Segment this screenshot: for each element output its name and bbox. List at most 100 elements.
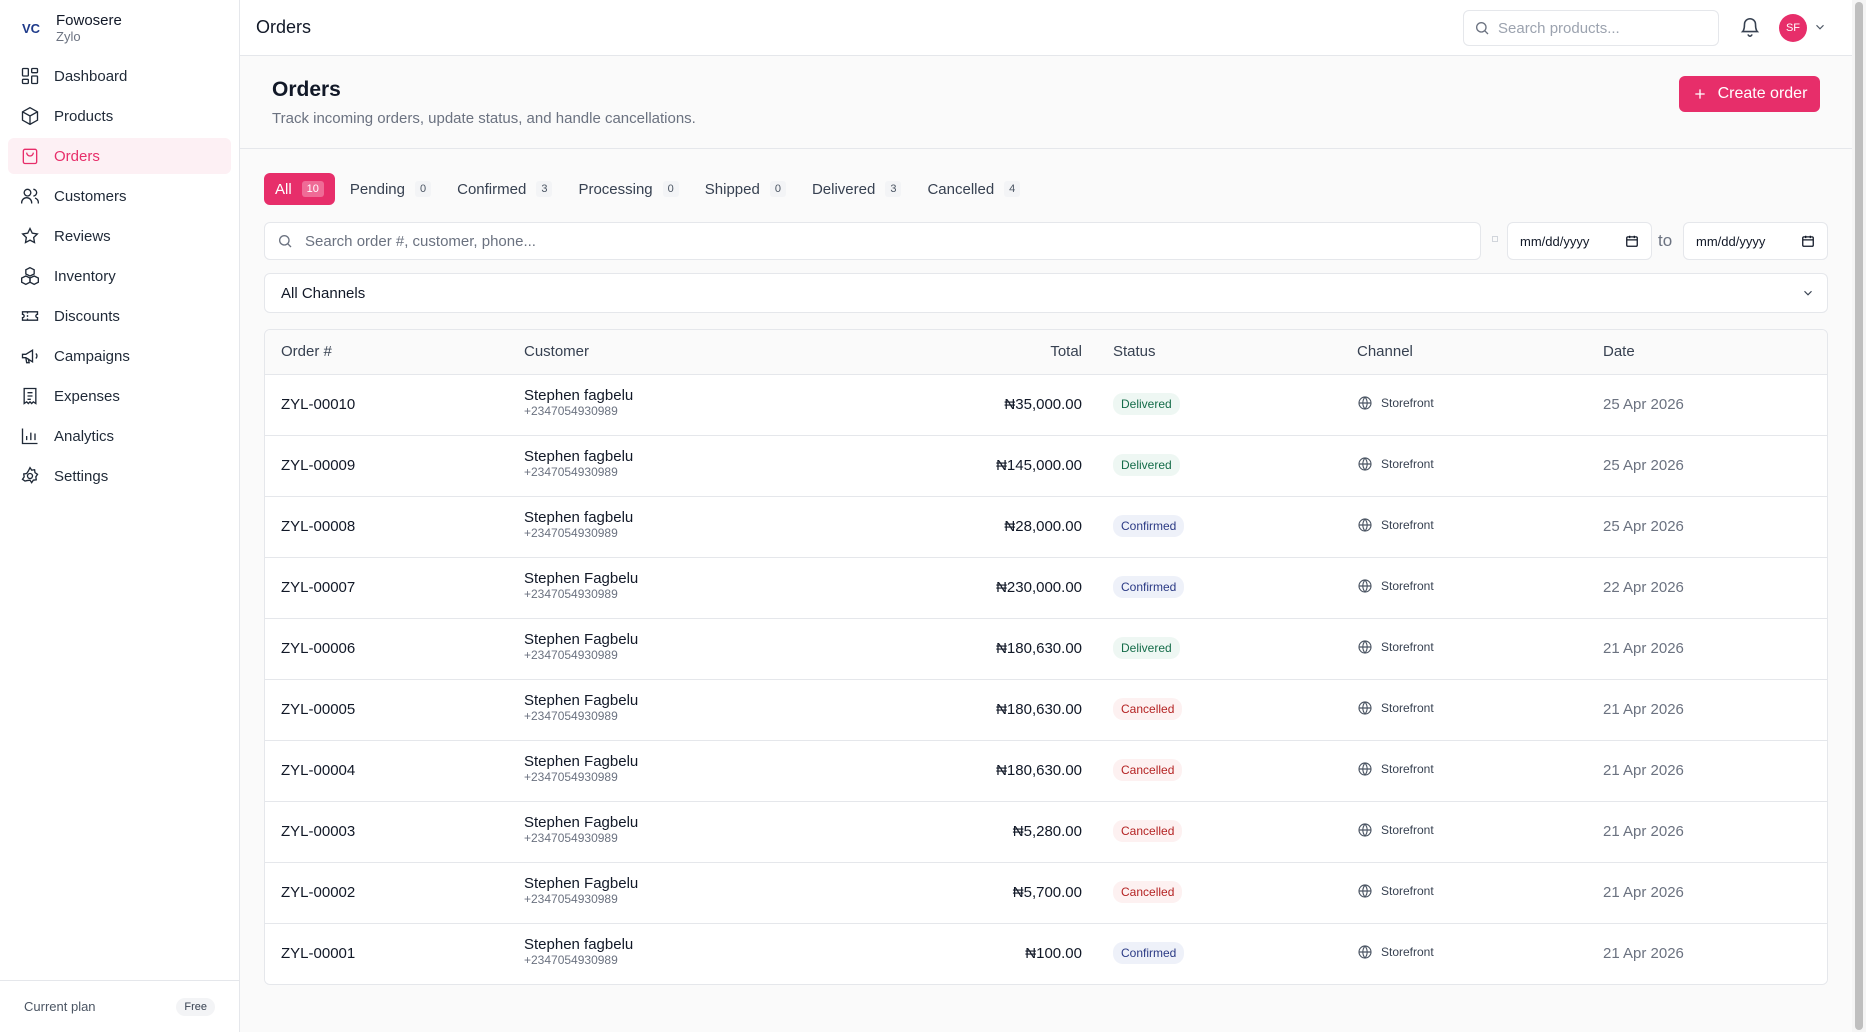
- sidebar-item-settings[interactable]: Settings: [8, 458, 231, 494]
- tab-delivered[interactable]: Delivered 3: [801, 173, 913, 205]
- tab-cancelled[interactable]: Cancelled 4: [916, 173, 1031, 205]
- table-row[interactable]: ZYL-00010 Stephen fagbelu +2347054930989 ₦3…: [265, 375, 1827, 436]
- order-total: ₦100.00: [1025, 945, 1082, 962]
- calendar-icon[interactable]: [1801, 234, 1815, 248]
- create-order-label: Create order: [1717, 85, 1808, 102]
- order-number[interactable]: ZYL-00004: [281, 762, 355, 779]
- table-row[interactable]: ZYL-00001 Stephen fagbelu +2347054930989 ₦1…: [265, 924, 1827, 984]
- tab-processing[interactable]: Processing 0: [567, 173, 689, 205]
- table-row[interactable]: ZYL-00006 Stephen Fagbelu +2347054930989 ₦1…: [265, 619, 1827, 680]
- avatar[interactable]: SF: [1779, 14, 1807, 42]
- channel-cell: Storefront: [1357, 517, 1434, 533]
- customer-cell: Stephen fagbelu +2347054930989: [524, 448, 633, 479]
- scrollbar[interactable]: [1852, 0, 1866, 1032]
- column-header-channel[interactable]: Channel: [1357, 343, 1413, 360]
- tab-pending[interactable]: Pending 0: [339, 173, 442, 205]
- topbar: Orders SF: [240, 0, 1852, 56]
- status-cell: Cancelled: [1113, 881, 1183, 903]
- tab-confirmed[interactable]: Confirmed 3: [446, 173, 563, 205]
- customer-cell: Stephen fagbelu +2347054930989: [524, 387, 633, 418]
- date-from-field[interactable]: mm/dd/yyyy: [1507, 222, 1652, 260]
- status-badge: Confirmed: [1113, 515, 1185, 537]
- status-badge: Delivered: [1113, 393, 1180, 415]
- customer-phone: +2347054930989: [524, 526, 618, 540]
- customer-cell: Stephen Fagbelu +2347054930989: [524, 692, 638, 723]
- order-number[interactable]: ZYL-00003: [281, 823, 355, 840]
- order-total: ₦145,000.00: [996, 457, 1082, 474]
- table-row[interactable]: ZYL-00003 Stephen Fagbelu +2347054930989 ₦5…: [265, 802, 1827, 863]
- order-date: 25 Apr 2026: [1603, 518, 1684, 535]
- globe-icon: [1358, 762, 1372, 776]
- order-number[interactable]: ZYL-00007: [281, 579, 355, 596]
- users-icon: [21, 188, 39, 204]
- column-header-date[interactable]: Date: [1603, 343, 1635, 360]
- sidebar-item-dashboard[interactable]: Dashboard: [8, 58, 231, 94]
- megaphone-icon: [21, 348, 38, 364]
- date-to-field[interactable]: mm/dd/yyyy: [1683, 222, 1828, 260]
- sidebar-item-products[interactable]: Products: [8, 98, 231, 134]
- sidebar-item-expenses[interactable]: Expenses: [8, 378, 231, 414]
- channel-label: Storefront: [1381, 701, 1434, 715]
- order-number[interactable]: ZYL-00008: [281, 518, 355, 535]
- globe-icon: [1358, 640, 1372, 654]
- table-row[interactable]: ZYL-00007 Stephen Fagbelu +2347054930989 ₦2…: [265, 558, 1827, 619]
- tab-label: Pending: [349, 180, 405, 198]
- tab-label: Delivered: [811, 180, 876, 198]
- status-cell: Cancelled: [1113, 698, 1183, 720]
- status-cell: Confirmed: [1113, 942, 1185, 964]
- channel-cell: Storefront: [1357, 822, 1434, 838]
- channel-cell: Storefront: [1357, 700, 1434, 716]
- column-header-customer[interactable]: Customer: [524, 343, 589, 360]
- order-search[interactable]: [264, 222, 1481, 260]
- table-row[interactable]: ZYL-00004 Stephen Fagbelu +2347054930989 ₦1…: [265, 741, 1827, 802]
- product-search[interactable]: [1463, 10, 1719, 46]
- column-header-status[interactable]: Status: [1113, 343, 1156, 360]
- product-search-input[interactable]: [1498, 19, 1698, 37]
- column-header-total[interactable]: Total: [1050, 343, 1082, 360]
- channel-select[interactable]: All Channels: [264, 273, 1828, 313]
- order-number[interactable]: ZYL-00010: [281, 396, 355, 413]
- channel-select-value: All Channels: [281, 284, 366, 302]
- table-row[interactable]: ZYL-00002 Stephen Fagbelu +2347054930989 ₦5…: [265, 863, 1827, 924]
- current-plan: Current plan Free: [0, 980, 240, 1032]
- order-number[interactable]: ZYL-00001: [281, 945, 355, 962]
- order-number[interactable]: ZYL-00009: [281, 457, 355, 474]
- table-row[interactable]: ZYL-00008 Stephen fagbelu +2347054930989 ₦2…: [265, 497, 1827, 558]
- brand[interactable]: VC Fowosere Zylo: [0, 0, 239, 56]
- channel-cell: Storefront: [1357, 456, 1434, 472]
- plan-badge: Free: [176, 997, 215, 1016]
- order-date: 25 Apr 2026: [1603, 396, 1684, 413]
- search-icon: [1476, 22, 1489, 35]
- topbar-title: Orders: [256, 17, 312, 37]
- table-row[interactable]: ZYL-00005 Stephen Fagbelu +2347054930989 ₦1…: [265, 680, 1827, 741]
- sidebar-item-inventory[interactable]: Inventory: [8, 258, 231, 294]
- order-number[interactable]: ZYL-00005: [281, 701, 355, 718]
- sidebar-item-customers[interactable]: Customers: [8, 178, 231, 214]
- tab-all[interactable]: All 10: [264, 173, 335, 205]
- scrollbar-thumb[interactable]: [1855, 2, 1863, 1030]
- sidebar-item-campaigns[interactable]: Campaigns: [8, 338, 231, 374]
- customer-phone: +2347054930989: [524, 404, 618, 418]
- tab-shipped[interactable]: Shipped 0: [694, 173, 797, 205]
- sidebar-item-orders[interactable]: Orders: [8, 138, 231, 174]
- order-search-input[interactable]: [305, 232, 1455, 250]
- channel-cell: Storefront: [1357, 578, 1434, 594]
- calendar-icon[interactable]: [1625, 234, 1639, 248]
- sidebar-item-label: Analytics: [54, 427, 115, 445]
- order-total: ₦180,630.00: [996, 762, 1082, 779]
- order-number[interactable]: ZYL-00006: [281, 640, 355, 657]
- create-order-button[interactable]: Create order: [1679, 76, 1820, 112]
- order-number[interactable]: ZYL-00002: [281, 884, 355, 901]
- bell-icon[interactable]: [1739, 16, 1761, 38]
- sidebar-item-label: Reviews: [54, 227, 111, 245]
- table-row[interactable]: ZYL-00009 Stephen fagbelu +2347054930989 ₦1…: [265, 436, 1827, 497]
- column-header-order[interactable]: Order #: [281, 343, 332, 360]
- customer-cell: Stephen Fagbelu +2347054930989: [524, 875, 638, 906]
- globe-icon: [1358, 701, 1372, 715]
- chevron-down-icon[interactable]: [1813, 20, 1827, 34]
- tab-count: 4: [1004, 181, 1021, 197]
- sidebar-item-analytics[interactable]: Analytics: [8, 418, 231, 454]
- sidebar-item-discounts[interactable]: Discounts: [8, 298, 231, 334]
- sidebar-item-reviews[interactable]: Reviews: [8, 218, 231, 254]
- customer-name: Stephen Fagbelu: [524, 570, 639, 587]
